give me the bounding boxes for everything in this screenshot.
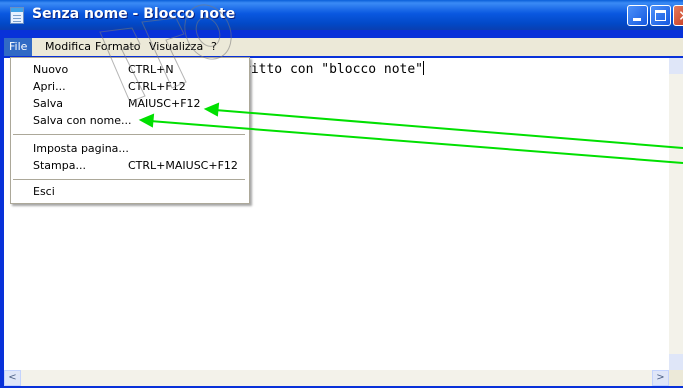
minimize-icon — [633, 18, 641, 21]
menu-item-label: Salva — [33, 97, 64, 110]
resize-grip[interactable] — [669, 370, 683, 386]
minimize-button[interactable] — [627, 5, 648, 26]
menu-bar: File Modifica Formato Visualizza ? — [4, 38, 683, 56]
menu-item-salva-con-nome[interactable]: Salva con nome... — [11, 112, 249, 129]
window-title: Senza nome - Blocco note — [32, 6, 236, 22]
maximize-icon — [655, 10, 666, 21]
editor-content: ritto con "blocco note" — [243, 61, 425, 77]
text-caret — [423, 61, 425, 75]
menu-help[interactable]: ? — [206, 38, 222, 56]
menu-item-imposta-pagina[interactable]: Imposta pagina... — [11, 140, 249, 157]
menu-item-apri[interactable]: Apri... CTRL+F12 — [11, 78, 249, 95]
menu-item-label: Nuovo — [33, 63, 69, 76]
menu-item-label: Apri... — [33, 80, 66, 93]
scroll-right-button[interactable]: > — [652, 370, 669, 386]
vertical-scrollbar[interactable] — [669, 58, 683, 370]
horizontal-scrollbar[interactable]: < > — [4, 370, 669, 386]
title-bar[interactable]: Senza nome - Blocco note ✕ — [0, 0, 683, 30]
menu-item-esci[interactable]: Esci — [11, 183, 249, 200]
menu-item-shortcut: CTRL+F12 — [128, 80, 186, 93]
close-button[interactable]: ✕ — [673, 5, 683, 26]
menu-separator — [13, 179, 245, 180]
close-icon: ✕ — [678, 7, 683, 25]
menu-modifica[interactable]: Modifica — [40, 38, 96, 56]
scroll-left-button[interactable]: < — [4, 370, 21, 386]
menu-item-nuovo[interactable]: Nuovo CTRL+N — [11, 61, 249, 78]
menu-visualizza[interactable]: Visualizza — [144, 38, 208, 56]
menu-file[interactable]: File — [4, 38, 33, 56]
menu-item-label: Esci — [33, 185, 55, 198]
menu-item-label: Imposta pagina... — [33, 142, 129, 155]
file-menu-dropdown: Nuovo CTRL+N Apri... CTRL+F12 Salva MAIU… — [10, 57, 250, 204]
menu-item-salva[interactable]: Salva MAIUSC+F12 — [11, 95, 249, 112]
menu-separator — [13, 134, 245, 135]
editor-text-line: ritto con "blocco note" — [243, 62, 424, 77]
scroll-up-button[interactable] — [669, 58, 683, 74]
menu-item-stampa[interactable]: Stampa... CTRL+MAIUSC+F12 — [11, 157, 249, 174]
menu-item-shortcut: MAIUSC+F12 — [128, 97, 201, 110]
scroll-down-button[interactable] — [669, 354, 683, 370]
maximize-button[interactable] — [650, 5, 671, 26]
notepad-icon[interactable] — [10, 7, 24, 24]
menu-item-label: Salva con nome... — [33, 114, 132, 127]
menu-formato[interactable]: Formato — [90, 38, 146, 56]
menu-item-shortcut: CTRL+MAIUSC+F12 — [128, 159, 238, 172]
menu-item-shortcut: CTRL+N — [128, 63, 174, 76]
menu-item-label: Stampa... — [33, 159, 86, 172]
